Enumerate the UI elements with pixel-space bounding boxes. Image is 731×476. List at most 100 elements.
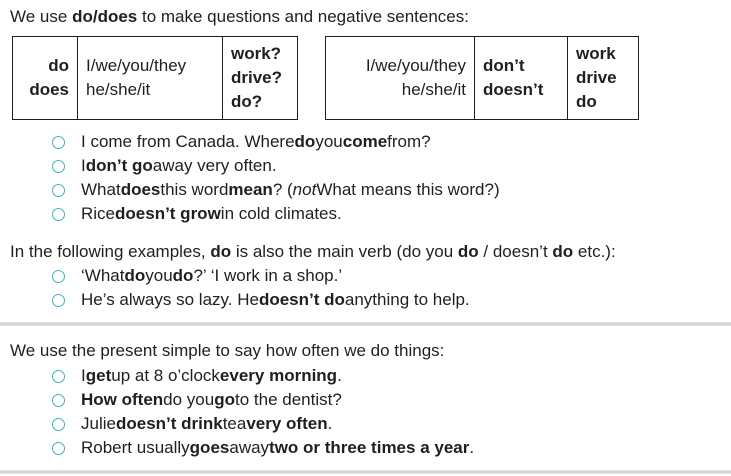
example-bold: mean: [228, 180, 273, 199]
table2-do: do: [576, 92, 597, 111]
example-text: .: [337, 366, 342, 385]
example-bold: don’t go: [85, 156, 153, 175]
table2-drive: drive: [576, 68, 617, 87]
frequency-intro: We use the present simple to say how oft…: [10, 341, 444, 361]
example-julie: Julie doesn’t drink tea very often.: [50, 414, 332, 434]
example-text: What: [81, 180, 121, 199]
frequency-intro-text: We use the present simple to say how oft…: [10, 341, 445, 360]
table2-subject-plural: I/we/you/they: [365, 56, 466, 75]
example-bold: does: [120, 180, 161, 199]
example-text: anything to help.: [344, 290, 470, 309]
table2-dont: don’t: [483, 56, 525, 75]
example-text: this word: [160, 180, 229, 199]
example-bold: doesn’t do: [258, 290, 345, 309]
example-bold: How often: [81, 390, 164, 409]
circle-bullet-icon: [52, 393, 65, 407]
circle-bullet-icon: [52, 207, 65, 221]
example-text: you: [145, 266, 173, 285]
note-bold: do: [457, 242, 479, 261]
table2-doesnt: doesn’t: [483, 80, 544, 99]
table1-subject-singular: he/she/it: [86, 80, 151, 99]
example-text: Robert usually: [81, 438, 190, 457]
note-text: In the following examples,: [10, 242, 211, 261]
table2-aux-cell: don’t doesn’t: [474, 36, 568, 120]
example-bold: do: [124, 266, 146, 285]
example-come-from: I come from Canada. Where do you come fr…: [50, 132, 431, 152]
example-text: .: [327, 414, 333, 433]
circle-bullet-icon: [52, 417, 65, 431]
intro-do: do: [72, 7, 93, 26]
example-get-up: I get up at 8 o’clock every morning.: [50, 366, 342, 386]
example-lazy: He’s always so lazy. He doesn’t do anyth…: [50, 290, 470, 310]
example-bold: do: [172, 266, 194, 285]
example-bold: every morning: [219, 366, 338, 385]
table1-work: work?: [231, 44, 282, 63]
example-word-mean: What does this word mean? (not What mean…: [50, 180, 500, 200]
example-bold: doesn’t grow: [115, 204, 221, 223]
example-text: I come from Canada. Where: [81, 132, 295, 151]
example-bold: go: [214, 390, 235, 409]
note-text: / doesn’t: [478, 242, 553, 261]
intro-does: does: [97, 7, 138, 26]
example-text: ? (: [272, 180, 293, 199]
note-bold: do: [210, 242, 232, 261]
circle-bullet-icon: [52, 159, 65, 173]
table1-subject-cell: I/we/you/they he/she/it: [77, 36, 223, 120]
example-text: What means this word?): [316, 180, 500, 199]
table2-subject-cell: I/we/you/they he/she/it: [325, 36, 475, 120]
table1-does: does: [29, 80, 69, 99]
circle-bullet-icon: [52, 269, 65, 283]
example-dont-go: I don’t go away very often.: [50, 156, 277, 176]
table1-verb-cell: work? drive? do?: [222, 36, 298, 120]
example-text: you: [315, 132, 343, 151]
example-bold: two or three times a year: [269, 438, 470, 457]
example-robert: Robert usually goes away two or three ti…: [50, 438, 474, 458]
example-bold: goes: [189, 438, 230, 457]
question-form-table: do does I/we/you/they he/she/it work? dr…: [12, 36, 298, 120]
example-text: He’s always so lazy. He: [81, 290, 259, 309]
example-dentist: How often do you go to the dentist?: [50, 390, 342, 410]
example-text: up at 8 o’clock: [111, 366, 220, 385]
example-text: away: [229, 438, 270, 457]
example-bold: doesn’t drink: [115, 414, 223, 433]
example-italic: not: [292, 180, 317, 199]
example-bold: get: [85, 366, 112, 385]
example-bold: very often: [246, 414, 328, 433]
note-text: is also the main verb (do you: [231, 242, 458, 261]
note-bold: do: [552, 242, 574, 261]
table1-do-verb: do?: [231, 92, 263, 111]
example-bold: do: [294, 132, 316, 151]
example-text: do you: [163, 390, 215, 409]
example-what-do-you-do: ‘What do you do?’ ‘I work in a shop.’: [50, 266, 342, 286]
intro-text: We use: [10, 7, 73, 26]
example-text: ?’ ‘I work in a shop.’: [193, 266, 343, 285]
example-text: away very often.: [152, 156, 277, 175]
bottom-divider: [0, 470, 731, 474]
circle-bullet-icon: [52, 135, 65, 149]
example-text: Julie: [81, 414, 116, 433]
example-text: from?: [387, 132, 431, 151]
section-divider: [0, 322, 731, 326]
circle-bullet-icon: [52, 369, 65, 383]
example-text: ‘What: [81, 266, 125, 285]
negative-form-table: I/we/you/they he/she/it don’t doesn’t wo…: [325, 36, 639, 120]
intro-text-end: to make questions and negative sentences…: [137, 7, 469, 26]
example-text: tea: [222, 414, 247, 433]
table1-do: do: [48, 56, 69, 75]
circle-bullet-icon: [52, 293, 65, 307]
intro-line: We use do/does to make questions and neg…: [10, 7, 469, 27]
table1-aux-cell: do does: [12, 36, 78, 120]
circle-bullet-icon: [52, 441, 65, 455]
table1-subject-plural: I/we/you/they: [86, 56, 187, 75]
table1-drive: drive?: [231, 68, 283, 87]
example-rice: Rice doesn’t grow in cold climates.: [50, 204, 342, 224]
main-verb-note: In the following examples, do is also th…: [10, 242, 616, 262]
circle-bullet-icon: [52, 183, 65, 197]
example-text: in cold climates.: [220, 204, 342, 223]
example-text: .: [469, 438, 475, 457]
example-text: Rice: [81, 204, 116, 223]
example-bold: come: [342, 132, 388, 151]
table2-work: work: [576, 44, 616, 63]
table2-subject-singular: he/she/it: [401, 80, 466, 99]
example-text: to the dentist?: [234, 390, 342, 409]
